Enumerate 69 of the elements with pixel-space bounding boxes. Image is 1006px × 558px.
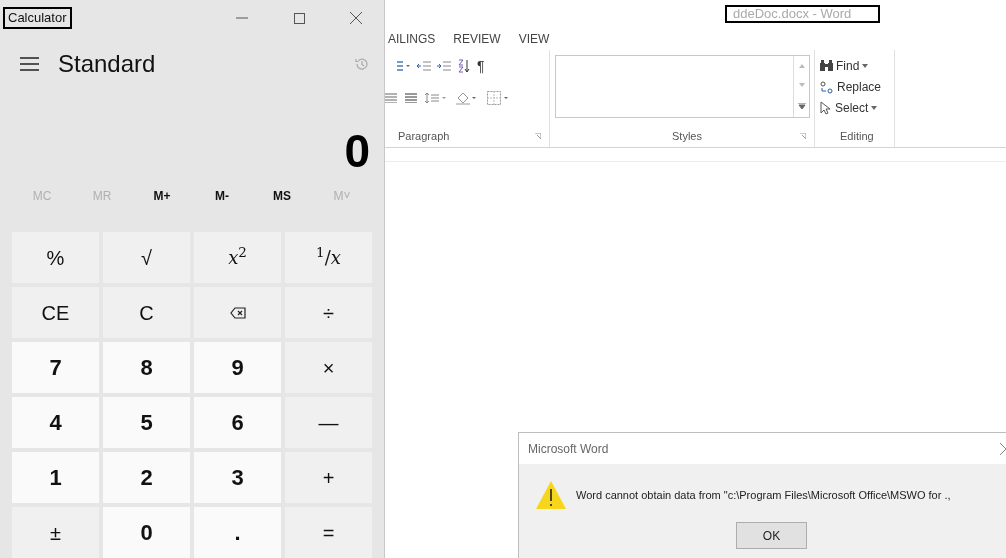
ribbon-tab[interactable]: VIEW <box>518 30 550 48</box>
calculator-key[interactable]: 5 <box>103 397 190 448</box>
binoculars-icon <box>820 60 833 71</box>
group-label: Styles <box>672 128 702 144</box>
ribbon-tab[interactable]: REVIEW <box>453 30 501 48</box>
scroll-down-icon[interactable] <box>798 83 805 88</box>
menu-icon[interactable] <box>20 57 39 71</box>
calculator-key[interactable]: 8 <box>103 342 190 393</box>
dialog-launcher-icon[interactable] <box>535 133 541 139</box>
decrease-indent-icon[interactable] <box>417 61 431 71</box>
caret-icon <box>871 105 878 110</box>
memory-button[interactable]: M- <box>192 187 252 205</box>
calculator-key[interactable]: 7 <box>12 342 99 393</box>
calculator-key[interactable]: 1 <box>12 452 99 503</box>
shading-icon[interactable] <box>455 91 479 105</box>
warning-icon <box>535 480 567 510</box>
calculator-key[interactable]: ± <box>12 507 99 558</box>
caret-icon <box>862 63 869 68</box>
calculator-key[interactable]: = <box>285 507 372 558</box>
calculator-key[interactable]: + <box>285 452 372 503</box>
calculator-key[interactable]: 3 <box>194 452 281 503</box>
memory-button[interactable]: MS <box>252 187 312 205</box>
calculator-key[interactable] <box>194 287 281 338</box>
calculator-key[interactable]: x$^{2}$ <box>194 232 281 283</box>
calculator-key[interactable]: $^{1}$/x <box>285 232 372 283</box>
ribbon-tab[interactable]: AILINGS <box>388 30 436 48</box>
calculator-key[interactable]: √ <box>103 232 190 283</box>
increase-indent-icon[interactable] <box>437 61 451 71</box>
group-label: Editing <box>840 128 874 144</box>
justify-icon[interactable] <box>405 93 417 103</box>
calculator-key[interactable]: . <box>194 507 281 558</box>
editing-command[interactable]: Select <box>820 97 894 118</box>
window-title: Calculator <box>3 7 72 29</box>
line-spacing-icon[interactable] <box>425 92 447 104</box>
sort-icon[interactable] <box>457 59 471 73</box>
calculator-key[interactable]: ÷ <box>285 287 372 338</box>
calculator-key[interactable]: 2 <box>103 452 190 503</box>
calculator-key[interactable]: × <box>285 342 372 393</box>
ok-button[interactable]: OK <box>736 522 807 549</box>
close-icon[interactable] <box>350 12 362 24</box>
calculator-key[interactable]: 4 <box>12 397 99 448</box>
mode-title: Standard <box>58 49 156 79</box>
calculator-key[interactable]: C <box>103 287 190 338</box>
scroll-up-icon[interactable] <box>798 63 805 68</box>
memory-button[interactable]: M+ <box>132 187 192 205</box>
dialog-launcher-icon[interactable] <box>800 133 806 139</box>
history-icon[interactable] <box>354 56 370 72</box>
display-value: 0 <box>344 128 370 174</box>
more-icon[interactable] <box>797 103 806 110</box>
cursor-icon <box>820 100 832 115</box>
close-icon[interactable] <box>1000 442 1006 455</box>
editing-command[interactable]: Replace <box>820 76 894 97</box>
calculator-key[interactable]: 6 <box>194 397 281 448</box>
maximize-icon[interactable] <box>294 12 305 24</box>
calculator-key[interactable]: 9 <box>194 342 281 393</box>
document-title: ddeDoc.docx - Word <box>725 5 880 23</box>
group-label: Paragraph <box>398 128 450 144</box>
calculator-key[interactable]: — <box>285 397 372 448</box>
dialog-title: Microsoft Word <box>528 440 609 458</box>
show-formatting-mark[interactable]: ¶ <box>477 55 485 77</box>
dialog-message: Word cannot obtain data from "c:\Program Files\Microsoft Office\MSWO for ., <box>576 487 951 503</box>
calculator-key[interactable]: CE <box>12 287 99 338</box>
replace-icon <box>820 79 834 94</box>
align-icon[interactable] <box>385 93 397 103</box>
calculator-key[interactable]: % <box>12 232 99 283</box>
calculator-key[interactable]: 0 <box>103 507 190 558</box>
backspace-icon <box>229 306 246 319</box>
editing-command[interactable]: Find <box>820 55 894 76</box>
borders-icon[interactable] <box>487 91 511 105</box>
